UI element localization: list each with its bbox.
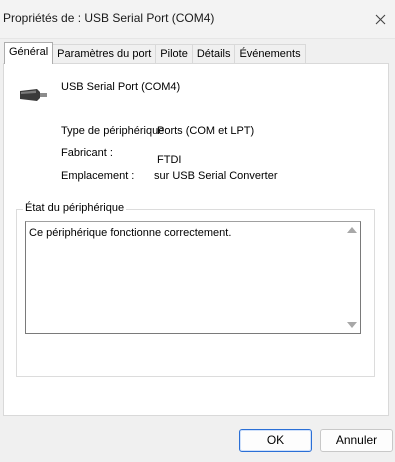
scroll-down-arrow-icon[interactable] bbox=[347, 322, 357, 328]
properties-dialog: Propriétés de : USB Serial Port (COM4) G… bbox=[0, 0, 395, 462]
location-value: sur USB Serial Converter bbox=[154, 170, 278, 182]
device-status-group: État du périphérique Ce périphérique fon… bbox=[16, 202, 375, 377]
device-type-value: Ports (COM et LPT) bbox=[157, 125, 255, 137]
manufacturer-label: Fabricant : bbox=[61, 147, 113, 159]
usb-serial-connector-icon bbox=[20, 89, 47, 101]
device-name: USB Serial Port (COM4) bbox=[61, 81, 181, 93]
cancel-button[interactable]: Annuler bbox=[320, 429, 393, 452]
tab-driver[interactable]: Pilote bbox=[155, 44, 193, 64]
tab-details[interactable]: Détails bbox=[191, 44, 236, 64]
close-button[interactable] bbox=[365, 0, 395, 38]
location-label: Emplacement : bbox=[61, 170, 135, 182]
manufacturer-value: FTDI bbox=[157, 154, 182, 166]
tab-general[interactable]: Général bbox=[4, 42, 54, 64]
tab-port-settings[interactable]: Paramètres du port bbox=[52, 44, 157, 64]
close-icon bbox=[375, 14, 385, 24]
general-tab-panel: USB Serial Port (COM4) Type de périphéri… bbox=[3, 63, 389, 416]
device-status-text: Ce périphérique fonctionne correctement. bbox=[29, 227, 232, 239]
device-status-textbox[interactable]: Ce périphérique fonctionne correctement. bbox=[25, 221, 361, 334]
device-status-title: État du périphérique bbox=[23, 202, 127, 214]
device-type-label: Type de périphérique bbox=[61, 125, 165, 137]
tab-strip: Général Paramètres du port Pilote Détail… bbox=[4, 42, 306, 64]
window-title: Propriétés de : USB Serial Port (COM4) bbox=[3, 11, 215, 25]
scroll-up-arrow-icon[interactable] bbox=[347, 227, 357, 233]
tab-events[interactable]: Événements bbox=[234, 44, 306, 64]
title-bar: Propriétés de : USB Serial Port (COM4) bbox=[0, 0, 395, 39]
status-scrollbar[interactable] bbox=[344, 222, 360, 333]
ok-button[interactable]: OK bbox=[239, 429, 312, 452]
